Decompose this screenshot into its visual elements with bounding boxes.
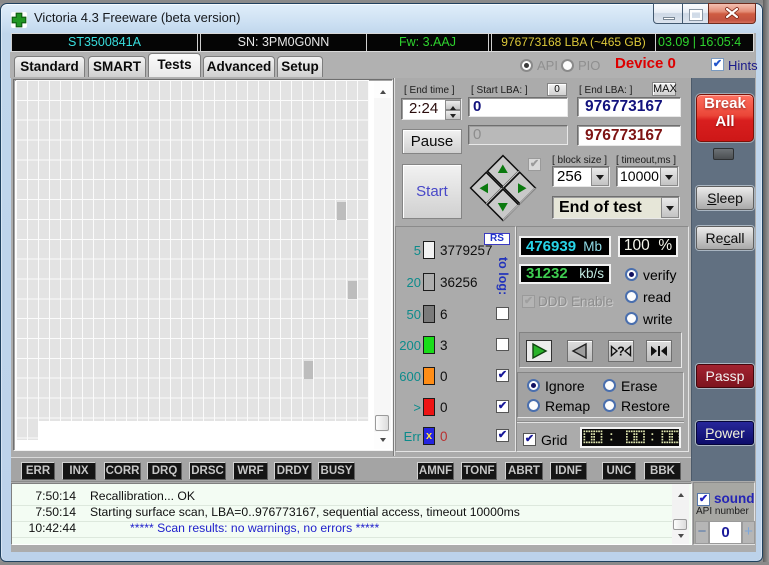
svg-text:?: ? [617,345,625,359]
